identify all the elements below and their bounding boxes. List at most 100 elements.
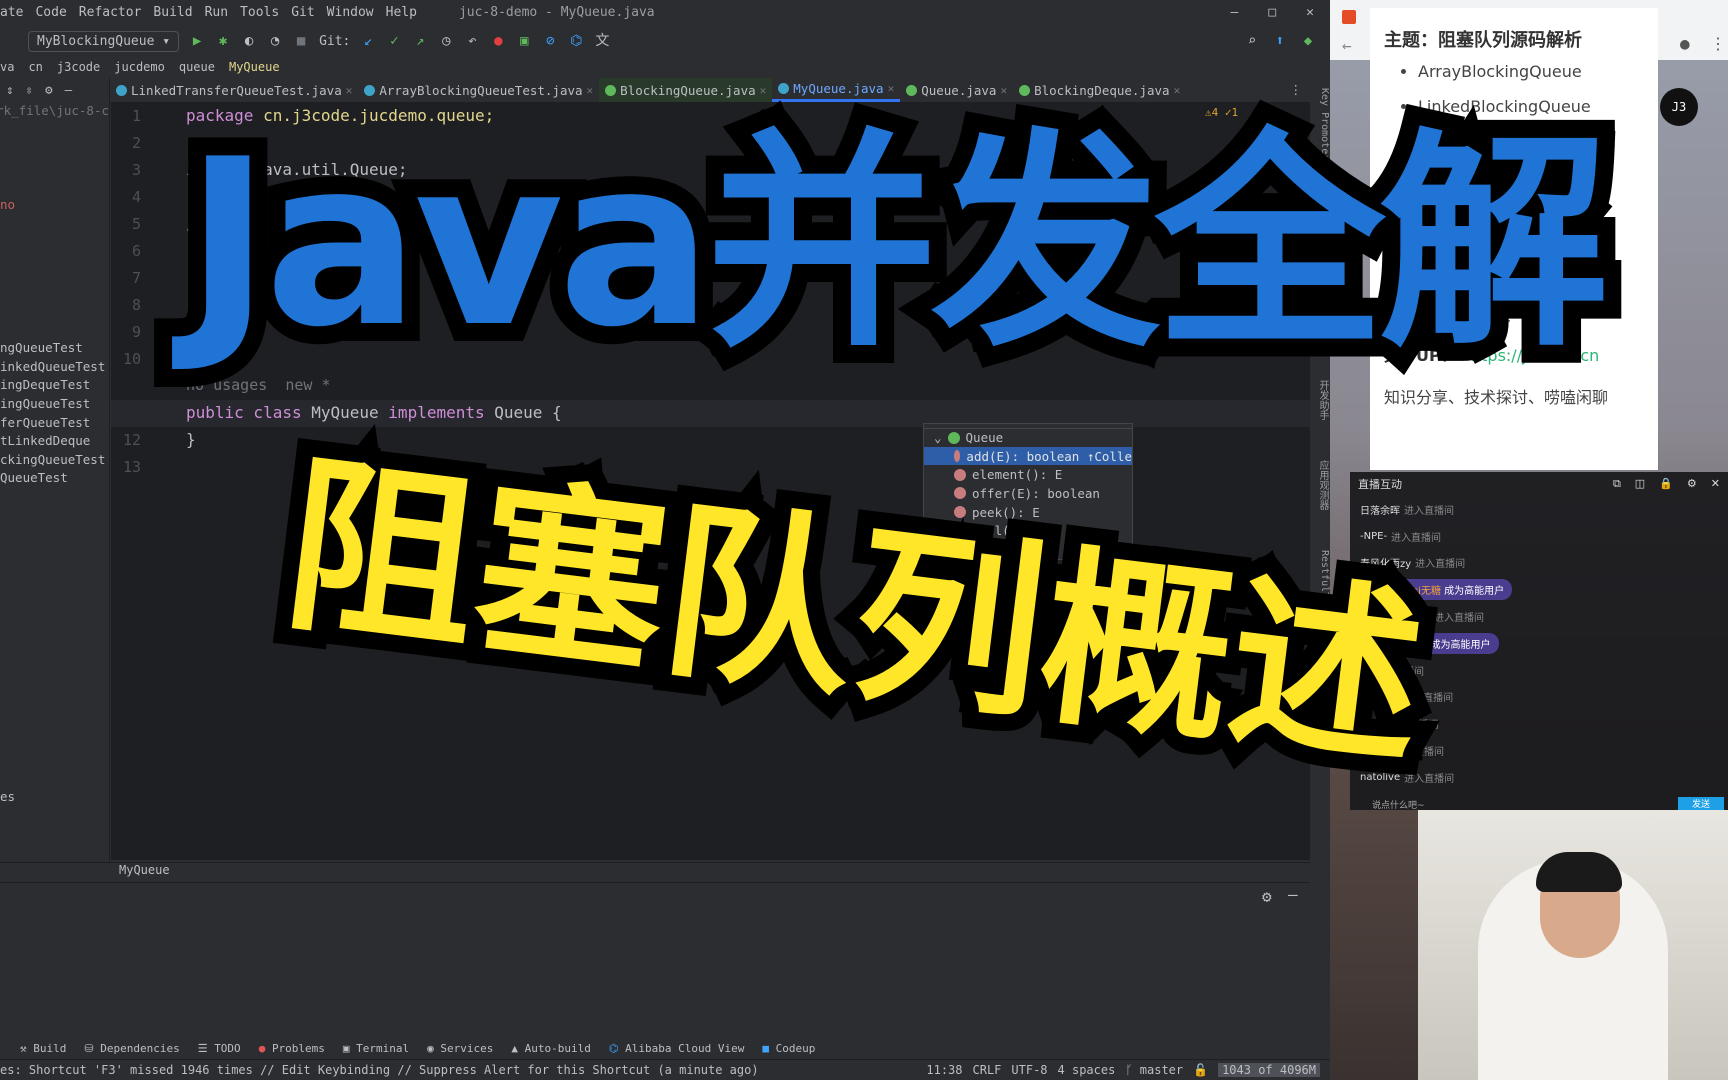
close-icon[interactable]: ✕ bbox=[1306, 5, 1314, 20]
close-icon[interactable]: ✕ bbox=[1711, 477, 1720, 491]
close-tab-icon[interactable]: ✕ bbox=[1174, 84, 1181, 97]
lock-icon[interactable]: 🔒 bbox=[1659, 477, 1673, 491]
project-file[interactable]: tLinkedDeque bbox=[0, 433, 109, 452]
menu-refactor[interactable]: Refactor bbox=[79, 5, 142, 20]
memory-indicator[interactable]: 1043 of 4096M bbox=[1218, 1063, 1320, 1077]
tool-services[interactable]: ◉ Services bbox=[427, 1042, 493, 1055]
git-commit-icon[interactable]: ✓ bbox=[386, 33, 402, 49]
update-icon[interactable]: ⬆ bbox=[1272, 33, 1288, 49]
project-file[interactable]: ferQueueTest bbox=[0, 415, 109, 434]
expand-icon[interactable]: ⇕ bbox=[6, 82, 14, 99]
run-config-select[interactable]: MyBlockingQueue ▾ bbox=[28, 30, 180, 52]
tab-queue[interactable]: Queue.java ✕ bbox=[900, 78, 1013, 102]
translate-icon[interactable]: 文 bbox=[594, 33, 610, 49]
menu-navigate[interactable]: ate bbox=[0, 5, 23, 20]
popup-item[interactable]: element(): E bbox=[924, 465, 1132, 484]
git-branch[interactable]: ᚴ master bbox=[1125, 1063, 1183, 1077]
monitor-icon[interactable]: ▣ bbox=[516, 33, 532, 49]
tool-todo[interactable]: ☰ TODO bbox=[198, 1042, 241, 1055]
run-icon[interactable]: ▶ bbox=[189, 33, 205, 49]
git-rollback-icon[interactable]: ↶ bbox=[464, 33, 480, 49]
tool-codeup[interactable]: ■ Codeup bbox=[762, 1042, 815, 1055]
project-file[interactable]: inkedQueueTest bbox=[0, 359, 109, 378]
menu-git[interactable]: Git bbox=[291, 5, 314, 20]
breadcrumb-item[interactable]: cn bbox=[28, 60, 42, 74]
tab-blockingdeque[interactable]: BlockingDeque.java ✕ bbox=[1013, 78, 1186, 102]
browser-tab-favicon[interactable] bbox=[1342, 10, 1356, 24]
project-file[interactable]: ingDequeTest bbox=[0, 377, 109, 396]
search-icon[interactable]: ⌕ bbox=[1244, 33, 1260, 49]
debug-icon[interactable]: ✱ bbox=[215, 33, 231, 49]
popup-item[interactable]: add(E): boolean ↑Colle bbox=[924, 446, 1132, 466]
indent-setting[interactable]: 4 spaces bbox=[1058, 1063, 1116, 1077]
close-tab-icon[interactable]: ✕ bbox=[346, 84, 353, 97]
cloud-icon[interactable]: ⌬ bbox=[568, 33, 584, 49]
maximize-icon[interactable]: □ bbox=[1268, 5, 1276, 20]
tool-build[interactable]: ⚒ Build bbox=[20, 1042, 66, 1055]
gift-icon[interactable]: ⧉ bbox=[1613, 477, 1621, 491]
chat-input[interactable]: 说点什么吧~ bbox=[1350, 798, 1728, 811]
menu-icon[interactable]: ⋮ bbox=[1710, 34, 1726, 53]
tool-problems[interactable]: ● Problems bbox=[259, 1042, 325, 1055]
git-push-icon[interactable]: ↗ bbox=[412, 33, 428, 49]
app-observer-tab[interactable]: 应用观测器 bbox=[1310, 460, 1330, 510]
line-separator[interactable]: CRLF bbox=[973, 1063, 1002, 1077]
breadcrumb-item[interactable]: queue bbox=[179, 60, 215, 74]
tool-alibaba-cloud[interactable]: ⌬ Alibaba Cloud View bbox=[609, 1042, 744, 1055]
project-file[interactable]: QueueTest bbox=[0, 470, 109, 489]
dev-assistant-tab[interactable]: 开发助手 bbox=[1310, 380, 1330, 420]
menu-window[interactable]: Window bbox=[327, 5, 374, 20]
close-tab-icon[interactable]: ✕ bbox=[760, 84, 767, 97]
assistant-icon[interactable]: ◆ bbox=[1300, 33, 1316, 49]
popup-item[interactable]: offer(E): boolean bbox=[924, 484, 1132, 503]
popup-group-queue[interactable]: ⌄ Queue bbox=[924, 428, 1132, 447]
caret-position[interactable]: 11:38 bbox=[926, 1063, 962, 1077]
tab-myqueue[interactable]: MyQueue.java ✕ bbox=[772, 78, 901, 102]
tab-linkedtransferqueuetest[interactable]: LinkedTransferQueueTest.java ✕ bbox=[110, 78, 358, 102]
close-tab-icon[interactable]: ✕ bbox=[587, 84, 594, 97]
project-module[interactable]: no bbox=[0, 197, 109, 216]
tool-auto-build[interactable]: ▲ Auto-build bbox=[511, 1042, 590, 1055]
menu-build[interactable]: Build bbox=[153, 5, 192, 20]
plugin-icon[interactable]: ● bbox=[490, 33, 506, 49]
project-file[interactable]: ingQueueTest bbox=[0, 396, 109, 415]
status-message[interactable]: es: Shortcut 'F3' missed 1946 times // E… bbox=[0, 1063, 759, 1077]
hide-icon[interactable]: – bbox=[65, 82, 73, 99]
file-encoding[interactable]: UTF-8 bbox=[1011, 1063, 1047, 1077]
disable-icon[interactable]: ⊘ bbox=[542, 33, 558, 49]
git-update-icon[interactable]: ↙ bbox=[360, 33, 376, 49]
usage-hint[interactable]: no usages new * bbox=[186, 376, 331, 394]
project-file[interactable]: ngQueueTest bbox=[0, 340, 109, 359]
tool-terminal[interactable]: ▣ Terminal bbox=[343, 1042, 409, 1055]
breadcrumb-item[interactable]: MyQueue bbox=[229, 60, 280, 74]
project-file[interactable]: es bbox=[0, 789, 109, 808]
menu-code[interactable]: Code bbox=[35, 5, 66, 20]
breadcrumb-item[interactable]: jucdemo bbox=[114, 60, 165, 74]
lock-icon[interactable]: 🔓 bbox=[1193, 1063, 1208, 1077]
breadcrumb-item[interactable]: va bbox=[0, 60, 14, 74]
project-file[interactable]: ckingQueueTest bbox=[0, 452, 109, 471]
send-button[interactable]: 发送 bbox=[1678, 797, 1724, 811]
tab-arrayblockingqueuetest[interactable]: ArrayBlockingQueueTest.java ✕ bbox=[358, 78, 599, 102]
gear-icon[interactable]: ⚙ bbox=[1262, 887, 1272, 906]
close-tab-icon[interactable]: ✕ bbox=[1000, 84, 1007, 97]
tab-blockingqueue[interactable]: BlockingQueue.java ✕ bbox=[599, 78, 773, 102]
breadcrumb-item[interactable]: j3code bbox=[57, 60, 100, 74]
gear-icon[interactable]: ⚙ bbox=[1687, 477, 1697, 491]
profile-icon[interactable]: ◔ bbox=[267, 33, 283, 49]
gear-icon[interactable]: ⚙ bbox=[45, 82, 53, 99]
profile-icon[interactable]: ● bbox=[1680, 34, 1690, 53]
menu-help[interactable]: Help bbox=[386, 5, 417, 20]
stop-icon[interactable]: ■ bbox=[293, 33, 309, 49]
tool-dependencies[interactable]: ⛁ Dependencies bbox=[84, 1042, 179, 1055]
hide-icon[interactable]: – bbox=[1288, 885, 1298, 904]
menu-tools[interactable]: Tools bbox=[240, 5, 279, 20]
more-tabs-icon[interactable]: ⋮ bbox=[1282, 78, 1311, 102]
coverage-icon[interactable]: ◐ bbox=[241, 33, 257, 49]
back-icon[interactable]: ← bbox=[1342, 36, 1352, 55]
mute-icon[interactable]: ◫ bbox=[1635, 477, 1645, 491]
collapse-icon[interactable]: ⇳ bbox=[26, 82, 34, 99]
git-history-icon[interactable]: ◷ bbox=[438, 33, 454, 49]
close-tab-icon[interactable]: ✕ bbox=[888, 82, 895, 95]
menu-run[interactable]: Run bbox=[205, 5, 228, 20]
